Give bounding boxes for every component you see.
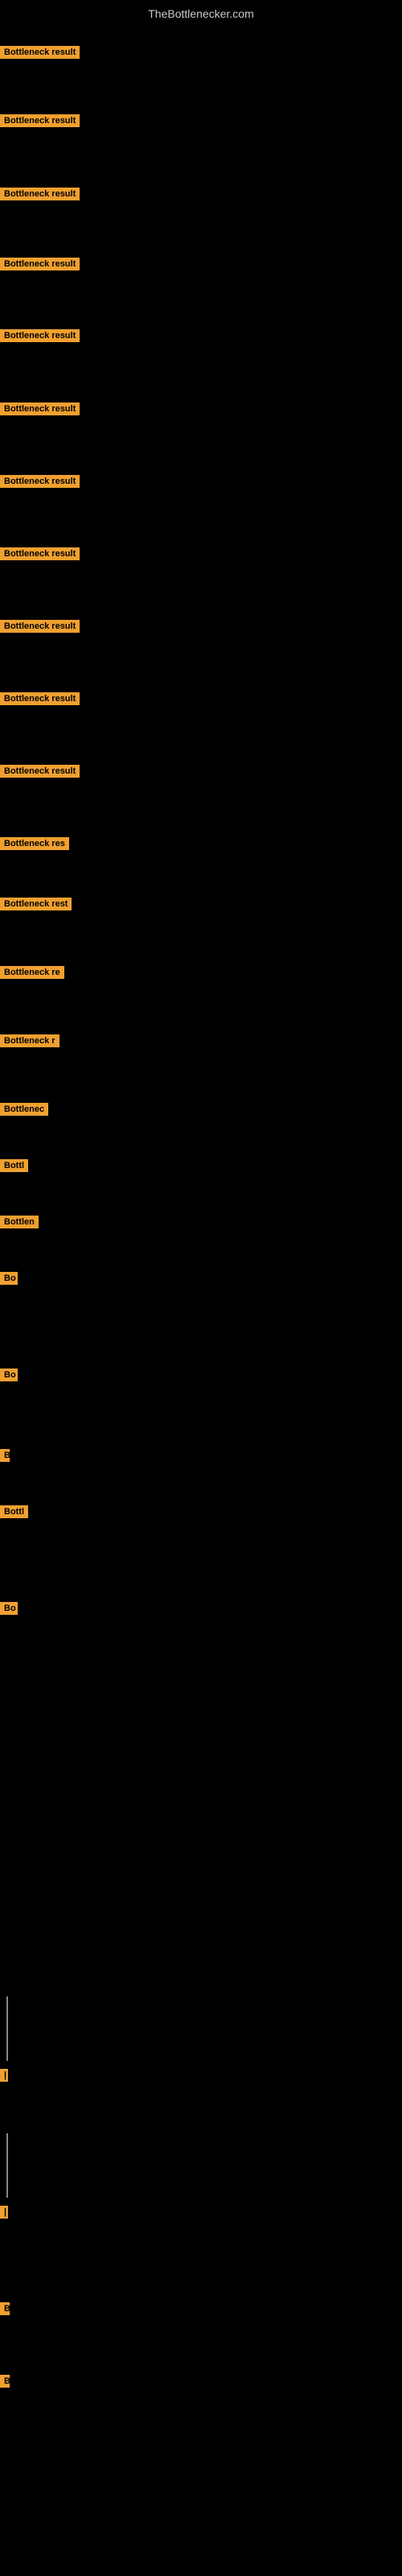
bottleneck-badge-17[interactable]: Bottl — [0, 1159, 28, 1172]
bottleneck-badge-22[interactable]: Bottl — [0, 1505, 28, 1518]
bottleneck-badge-8[interactable]: Bottleneck result — [0, 547, 80, 560]
bottleneck-badge-25[interactable]: | — [0, 2206, 8, 2219]
bottleneck-badge-16[interactable]: Bottlenec — [0, 1103, 48, 1116]
result-row-4: Bottleneck result — [0, 329, 80, 346]
result-row-17: Bottl — [0, 1159, 28, 1176]
bottleneck-badge-4[interactable]: Bottleneck result — [0, 329, 80, 342]
result-row-15: Bottleneck r — [0, 1034, 59, 1051]
result-row-13: Bottleneck rest — [0, 898, 72, 914]
result-row-23: Bo — [0, 1602, 18, 1619]
result-row-25: | — [0, 2206, 8, 2223]
bottleneck-badge-6[interactable]: Bottleneck result — [0, 402, 80, 415]
bottleneck-badge-18[interactable]: Bottlen — [0, 1216, 39, 1228]
bottleneck-badge-1[interactable]: Bottleneck result — [0, 46, 80, 59]
bottleneck-badge-9[interactable]: Bottleneck result — [0, 620, 80, 633]
result-row-14: Bottleneck re — [0, 966, 64, 983]
bottleneck-badge-15[interactable]: Bottleneck r — [0, 1034, 59, 1047]
bottleneck-badge-26[interactable]: B — [0, 2302, 10, 2315]
result-row-21: B — [0, 1449, 10, 1466]
vertical-line-1 — [6, 1996, 8, 2061]
site-title: TheBottlenecker.com — [0, 4, 402, 23]
bottleneck-badge-23[interactable]: Bo — [0, 1602, 18, 1615]
bottleneck-badge-2[interactable]: Bottleneck result — [0, 114, 80, 127]
result-row-24: | — [0, 2069, 8, 2086]
result-row-11: Bottleneck result — [0, 765, 80, 782]
result-row-22: Bottl — [0, 1505, 28, 1522]
vertical-line-2 — [6, 2133, 8, 2198]
result-row-1: Bottleneck result — [0, 46, 80, 63]
result-row-6: Bottleneck result — [0, 402, 80, 419]
result-row-8: Bottleneck result — [0, 547, 80, 564]
result-row-20: Bo — [0, 1368, 18, 1385]
bottleneck-badge-3[interactable]: Bottleneck result — [0, 188, 80, 200]
bottleneck-badge-10[interactable]: Bottleneck result — [0, 692, 80, 705]
bottleneck-badge-24[interactable]: | — [0, 2069, 8, 2082]
result-row-2: Bottleneck result — [0, 114, 80, 131]
result-row-27: B — [0, 2375, 10, 2392]
result-row-9: Bottleneck result — [0, 620, 80, 637]
result-row-19: Bo — [0, 1272, 18, 1289]
result-row-3: Bottleneck result — [0, 188, 80, 204]
bottleneck-badge-27[interactable]: B — [0, 2375, 10, 2388]
bottleneck-badge-5[interactable]: Bottleneck result — [0, 258, 80, 270]
result-row-26: B — [0, 2302, 10, 2319]
result-row-12: Bottleneck res — [0, 837, 69, 854]
bottleneck-badge-11[interactable]: Bottleneck result — [0, 765, 80, 778]
result-row-10: Bottleneck result — [0, 692, 80, 709]
result-row-5: Bottleneck result — [0, 258, 80, 275]
result-row-7: Bottleneck result — [0, 475, 80, 492]
bottleneck-badge-12[interactable]: Bottleneck res — [0, 837, 69, 850]
result-row-16: Bottlenec — [0, 1103, 48, 1120]
bottleneck-badge-21[interactable]: B — [0, 1449, 10, 1462]
result-row-18: Bottlen — [0, 1216, 39, 1232]
bottleneck-badge-14[interactable]: Bottleneck re — [0, 966, 64, 979]
bottleneck-badge-7[interactable]: Bottleneck result — [0, 475, 80, 488]
bottleneck-badge-20[interactable]: Bo — [0, 1368, 18, 1381]
bottleneck-badge-13[interactable]: Bottleneck rest — [0, 898, 72, 910]
bottleneck-badge-19[interactable]: Bo — [0, 1272, 18, 1285]
